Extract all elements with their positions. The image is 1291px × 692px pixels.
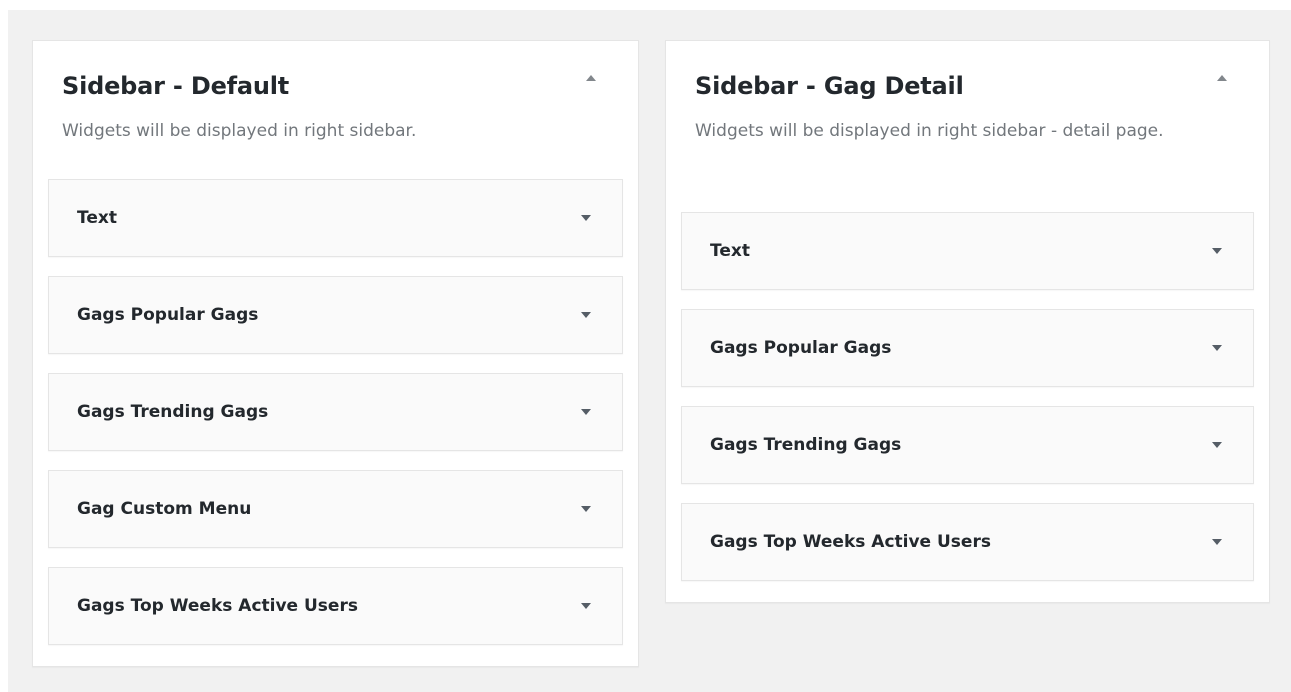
widget-gags-trending-gags[interactable]: Gags Trending Gags	[681, 406, 1254, 484]
widget-title: Text	[77, 208, 117, 228]
widget-gags-top-weeks-active-users[interactable]: Gags Top Weeks Active Users	[681, 503, 1254, 581]
widget-title: Gags Top Weeks Active Users	[77, 596, 358, 616]
arrow-down-icon[interactable]	[1211, 245, 1223, 257]
widget-title: Gags Trending Gags	[710, 435, 902, 455]
sidebar-gag-detail-description: Widgets will be displayed in right sideb…	[695, 121, 1164, 141]
arrow-down-icon[interactable]	[580, 309, 592, 321]
arrow-up-icon[interactable]	[584, 71, 598, 85]
widget-title: Gags Trending Gags	[77, 402, 269, 422]
arrow-down-icon[interactable]	[1211, 439, 1223, 451]
arrow-down-icon[interactable]	[1211, 536, 1223, 548]
sidebar-gag-detail-header[interactable]: Sidebar - Gag Detail	[666, 41, 1269, 115]
sidebar-default-description: Widgets will be displayed in right sideb…	[62, 121, 417, 141]
arrow-down-icon[interactable]	[580, 600, 592, 612]
arrow-down-icon[interactable]	[580, 503, 592, 515]
arrow-down-icon[interactable]	[580, 212, 592, 224]
sidebar-default-title: Sidebar - Default	[62, 72, 290, 100]
widget-gags-top-weeks-active-users[interactable]: Gags Top Weeks Active Users	[48, 567, 623, 645]
arrow-down-icon[interactable]	[580, 406, 592, 418]
widget-gags-popular-gags[interactable]: Gags Popular Gags	[48, 276, 623, 354]
widget-gags-popular-gags[interactable]: Gags Popular Gags	[681, 309, 1254, 387]
widget-text[interactable]: Text	[681, 212, 1254, 290]
widget-title: Gag Custom Menu	[77, 499, 252, 519]
widget-title: Gags Popular Gags	[77, 305, 259, 325]
widget-title: Gags Top Weeks Active Users	[710, 532, 991, 552]
widget-gag-custom-menu[interactable]: Gag Custom Menu	[48, 470, 623, 548]
widget-title: Gags Popular Gags	[710, 338, 892, 358]
sidebar-default-header[interactable]: Sidebar - Default	[33, 41, 638, 115]
sidebar-gag-detail-widget-list: Text Gags Popular Gags Gags Trending Gag…	[681, 212, 1254, 600]
widget-text[interactable]: Text	[48, 179, 623, 257]
arrow-down-icon[interactable]	[1211, 342, 1223, 354]
sidebar-default-panel: Sidebar - Default Widgets will be displa…	[32, 40, 639, 667]
sidebar-gag-detail-panel: Sidebar - Gag Detail Widgets will be dis…	[665, 40, 1270, 603]
arrow-up-icon[interactable]	[1215, 71, 1229, 85]
widget-title: Text	[710, 241, 750, 261]
sidebar-gag-detail-title: Sidebar - Gag Detail	[695, 72, 964, 100]
widget-gags-trending-gags[interactable]: Gags Trending Gags	[48, 373, 623, 451]
sidebar-default-widget-list: Text Gags Popular Gags Gags Trending Gag…	[48, 179, 623, 664]
